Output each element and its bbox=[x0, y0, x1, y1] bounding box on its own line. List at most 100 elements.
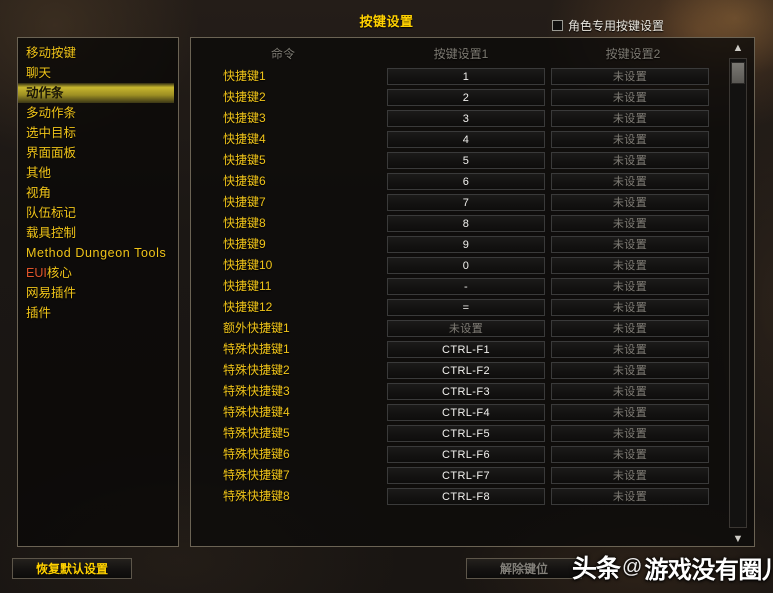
binding-command-label: 快捷键8 bbox=[223, 216, 266, 230]
binding-button-2[interactable]: 未设置 bbox=[551, 110, 709, 127]
table-row: 快捷键4 4 未设置 bbox=[191, 129, 736, 150]
binding-command-label: 特殊快捷键8 bbox=[223, 489, 290, 503]
sidebar-item-1[interactable]: 移动按键 bbox=[18, 43, 178, 63]
table-row: 快捷键7 7 未设置 bbox=[191, 192, 736, 213]
binding-command-label: 特殊快捷键1 bbox=[223, 342, 290, 356]
binding-command-label: 特殊快捷键3 bbox=[223, 384, 290, 398]
table-row: 额外快捷键1 未设置 未设置 bbox=[191, 318, 736, 339]
bindings-scrollbar[interactable]: ▲ ▼ bbox=[728, 40, 748, 545]
binding-button-1[interactable]: 1 bbox=[387, 68, 545, 85]
scrollbar-track[interactable] bbox=[729, 58, 747, 528]
binding-button-2[interactable]: 未设置 bbox=[551, 467, 709, 484]
binding-command-label: 特殊快捷键4 bbox=[223, 405, 290, 419]
reset-defaults-button[interactable]: 恢复默认设置 bbox=[12, 558, 132, 579]
binding-button-2[interactable]: 未设置 bbox=[551, 131, 709, 148]
scroll-up-icon[interactable]: ▲ bbox=[729, 40, 747, 56]
table-row: 特殊快捷键1 CTRL-F1 未设置 bbox=[191, 339, 736, 360]
binding-button-1[interactable]: 8 bbox=[387, 215, 545, 232]
binding-button-1[interactable]: 6 bbox=[387, 173, 545, 190]
sidebar-item-11[interactable]: Method Dungeon Tools bbox=[18, 243, 178, 263]
unbind-key-button[interactable]: 解除键位 bbox=[466, 558, 582, 579]
binding-button-1[interactable]: 0 bbox=[387, 257, 545, 274]
scroll-down-icon[interactable]: ▼ bbox=[729, 531, 747, 547]
binding-button-2[interactable]: 未设置 bbox=[551, 299, 709, 316]
table-row: 快捷键8 8 未设置 bbox=[191, 213, 736, 234]
sidebar-item-12[interactable]: EUI核心 bbox=[18, 263, 178, 283]
sidebar-item-3[interactable]: 动作条 bbox=[18, 83, 174, 103]
binding-button-1[interactable]: CTRL-F8 bbox=[387, 488, 545, 505]
binding-button-1[interactable]: 4 bbox=[387, 131, 545, 148]
table-row: 快捷键1 1 未设置 bbox=[191, 66, 736, 87]
binding-button-2[interactable]: 未设置 bbox=[551, 404, 709, 421]
table-row: 特殊快捷键6 CTRL-F6 未设置 bbox=[191, 444, 736, 465]
binding-button-2[interactable]: 未设置 bbox=[551, 488, 709, 505]
binding-button-2[interactable]: 未设置 bbox=[551, 194, 709, 211]
binding-command-label: 特殊快捷键7 bbox=[223, 468, 290, 482]
column-header-binding2: 按键设置2 bbox=[605, 47, 661, 61]
binding-button-2[interactable]: 未设置 bbox=[551, 362, 709, 379]
table-row: 快捷键11 - 未设置 bbox=[191, 276, 736, 297]
character-specific-binding-toggle[interactable]: 角色专用按键设置 bbox=[552, 17, 664, 34]
binding-button-2[interactable]: 未设置 bbox=[551, 152, 709, 169]
binding-button-1[interactable]: CTRL-F2 bbox=[387, 362, 545, 379]
binding-button-2[interactable]: 未设置 bbox=[551, 173, 709, 190]
table-row: 特殊快捷键7 CTRL-F7 未设置 bbox=[191, 465, 736, 486]
binding-button-2[interactable]: 未设置 bbox=[551, 425, 709, 442]
binding-command-label: 快捷键6 bbox=[223, 174, 266, 188]
table-row: 特殊快捷键3 CTRL-F3 未设置 bbox=[191, 381, 736, 402]
binding-command-label: 快捷键11 bbox=[223, 279, 272, 293]
binding-button-2[interactable]: 未设置 bbox=[551, 89, 709, 106]
sidebar-item-10[interactable]: 载具控制 bbox=[18, 223, 178, 243]
sidebar-item-13[interactable]: 网易插件 bbox=[18, 283, 178, 303]
binding-button-1[interactable]: CTRL-F1 bbox=[387, 341, 545, 358]
binding-button-2[interactable]: 未设置 bbox=[551, 215, 709, 232]
binding-button-1[interactable]: CTRL-F6 bbox=[387, 446, 545, 463]
binding-command-label: 快捷键7 bbox=[223, 195, 266, 209]
table-row: 特殊快捷键5 CTRL-F5 未设置 bbox=[191, 423, 736, 444]
binding-button-1[interactable]: CTRL-F3 bbox=[387, 383, 545, 400]
binding-button-1[interactable]: 2 bbox=[387, 89, 545, 106]
binding-button-1[interactable]: 5 bbox=[387, 152, 545, 169]
binding-command-label: 快捷键2 bbox=[223, 90, 266, 104]
sidebar-item-7[interactable]: 其他 bbox=[18, 163, 178, 183]
sidebar-item-6[interactable]: 界面面板 bbox=[18, 143, 178, 163]
column-header-command: 命令 bbox=[270, 47, 295, 61]
binding-button-1[interactable]: = bbox=[387, 299, 545, 316]
scrollbar-thumb[interactable] bbox=[731, 62, 745, 84]
binding-button-1[interactable]: 9 bbox=[387, 236, 545, 253]
bindings-panel: 命令 按键设置1 按键设置2 快捷键1 1 未设置 快捷键2 2 未设置 快捷键3 3 未设置快… bbox=[190, 37, 755, 547]
checkbox-icon[interactable] bbox=[552, 20, 563, 31]
watermark-handle: 游戏没有圈儿 bbox=[644, 556, 773, 584]
binding-button-1[interactable]: 未设置 bbox=[387, 320, 545, 337]
sidebar-item-5[interactable]: 选中目标 bbox=[18, 123, 178, 143]
binding-button-1[interactable]: CTRL-F7 bbox=[387, 467, 545, 484]
table-row: 快捷键12 = 未设置 bbox=[191, 297, 736, 318]
binding-button-2[interactable]: 未设置 bbox=[551, 68, 709, 85]
sidebar-item-4[interactable]: 多动作条 bbox=[18, 103, 178, 123]
binding-button-2[interactable]: 未设置 bbox=[551, 341, 709, 358]
binding-button-1[interactable]: 7 bbox=[387, 194, 545, 211]
sidebar-item-14[interactable]: 插件 bbox=[18, 303, 178, 323]
bindings-row-list: 快捷键1 1 未设置 快捷键2 2 未设置 快捷键3 3 未设置 快捷键4 4 未设置 快捷键5 5 未设置… bbox=[191, 66, 736, 507]
binding-button-2[interactable]: 未设置 bbox=[551, 278, 709, 295]
binding-button-2[interactable]: 未设置 bbox=[551, 257, 709, 274]
sidebar-item-8[interactable]: 视角 bbox=[18, 183, 178, 203]
binding-button-1[interactable]: - bbox=[387, 278, 545, 295]
binding-command-label: 快捷键3 bbox=[223, 111, 266, 125]
sidebar-item-2[interactable]: 聊天 bbox=[18, 63, 178, 83]
binding-button-2[interactable]: 未设置 bbox=[551, 236, 709, 253]
binding-button-1[interactable]: CTRL-F4 bbox=[387, 404, 545, 421]
binding-command-label: 特殊快捷键2 bbox=[223, 363, 290, 377]
binding-command-label: 快捷键10 bbox=[223, 258, 273, 272]
binding-button-1[interactable]: 3 bbox=[387, 110, 545, 127]
binding-button-1[interactable]: CTRL-F5 bbox=[387, 425, 545, 442]
watermark-brand: 头条 bbox=[572, 555, 621, 583]
table-row: 特殊快捷键2 CTRL-F2 未设置 bbox=[191, 360, 736, 381]
category-sidebar[interactable]: 移动按键 聊天 动作条 多动作条 选中目标 界面面板 其他 视角 队伍标记 载具控制 Method … bbox=[17, 37, 179, 547]
binding-button-2[interactable]: 未设置 bbox=[551, 320, 709, 337]
sidebar-item-9[interactable]: 队伍标记 bbox=[18, 203, 178, 223]
binding-button-2[interactable]: 未设置 bbox=[551, 446, 709, 463]
binding-command-label: 特殊快捷键6 bbox=[223, 447, 290, 461]
binding-button-2[interactable]: 未设置 bbox=[551, 383, 709, 400]
table-row: 特殊快捷键8 CTRL-F8 未设置 bbox=[191, 486, 736, 507]
